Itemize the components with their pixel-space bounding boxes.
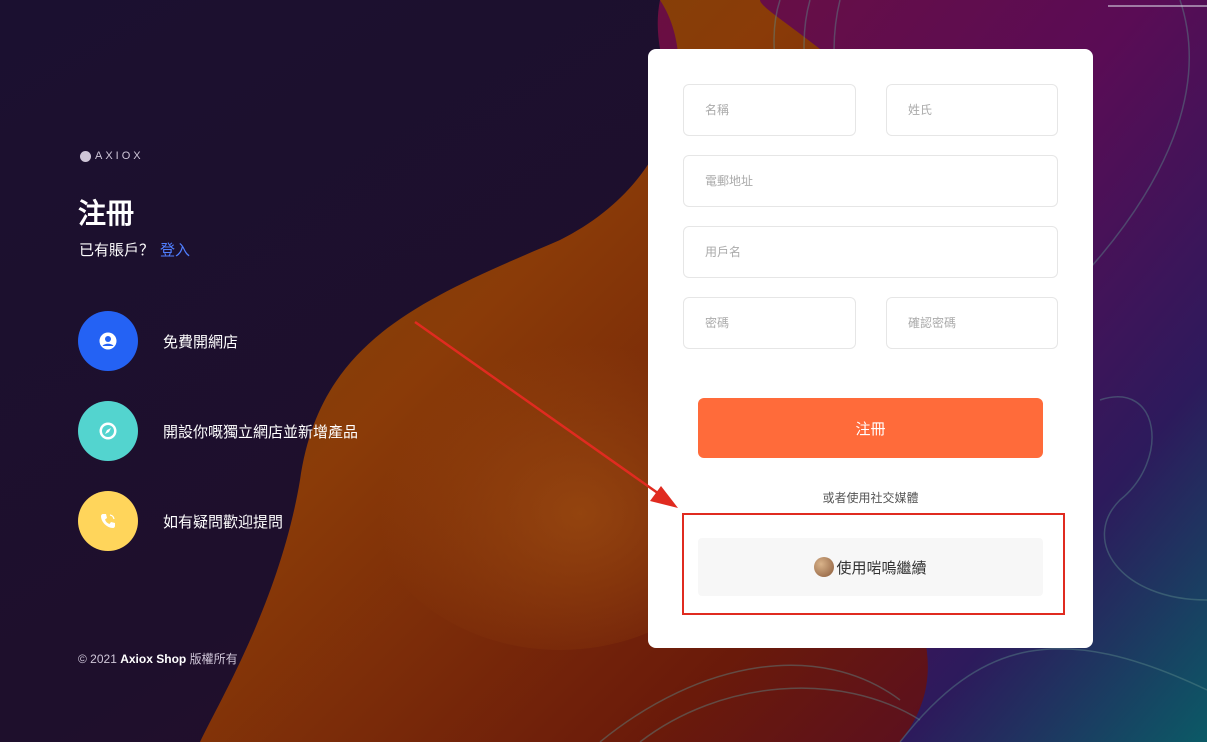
rights-text: 版權所有 (189, 652, 238, 666)
account-prompt-text: 已有賬戶？ (79, 241, 155, 259)
phone-icon (78, 491, 138, 551)
logo-icon (80, 150, 91, 162)
feature-questions: 如有疑問歡迎提問 (78, 491, 283, 551)
feature-label: 免費開網店 (163, 332, 239, 351)
compass-icon (78, 401, 138, 461)
user-circle-icon (78, 311, 138, 371)
password-input[interactable] (683, 297, 856, 349)
footer-copyright: © 2021 Axiox Shop 版權所有 (78, 650, 238, 667)
username-input[interactable] (683, 226, 1058, 278)
login-link[interactable]: 登入 (160, 241, 190, 259)
company-name: Axiox Shop (120, 652, 187, 666)
confirm-password-input[interactable] (886, 297, 1058, 349)
account-prompt: 已有賬戶？ 登入 (79, 239, 190, 260)
first-name-input[interactable] (683, 84, 856, 136)
last-name-input[interactable] (886, 84, 1058, 136)
register-button[interactable]: 注冊 (698, 398, 1043, 458)
or-social-text: 或者使用社交媒體 (822, 491, 919, 505)
page-title: 注冊 (78, 197, 135, 230)
feature-label: 如有疑問歡迎提問 (163, 512, 284, 531)
feature-open-store: 開設你嘅獨立網店並新增產品 (78, 401, 358, 461)
brand-logo: AXIOX (80, 150, 144, 162)
copyright-prefix: © 2021 (78, 652, 117, 666)
logo-text: AXIOX (95, 150, 144, 162)
annotation-highlight-box (682, 513, 1065, 615)
feature-free-store: 免費開網店 (78, 311, 238, 371)
feature-label: 開設你嘅獨立網店並新增產品 (163, 422, 359, 441)
email-input[interactable] (683, 155, 1058, 207)
